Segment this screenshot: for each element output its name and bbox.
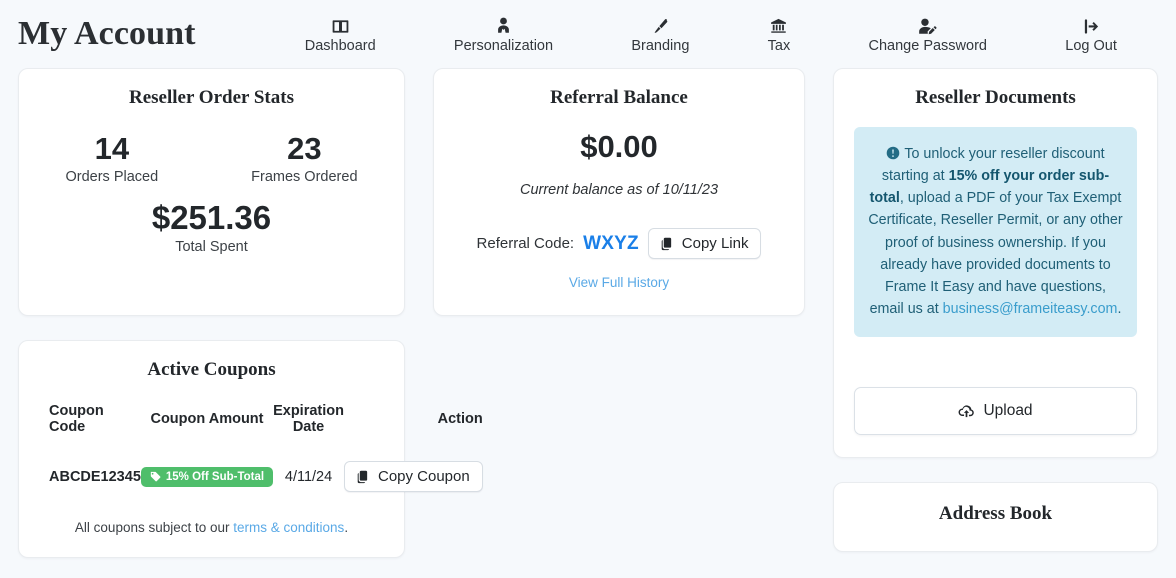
right-column: Reseller Documents To unlock your resell…	[833, 68, 1158, 553]
exclamation-circle-icon	[886, 146, 900, 160]
cell-coupon-code: ABCDE12345	[49, 468, 141, 485]
alert-text-part2: , upload a PDF of your Tax Exempt Certif…	[868, 190, 1123, 318]
stat-value: 14	[94, 131, 130, 166]
badge-label: 15% Off Sub-Total	[165, 470, 265, 483]
nav-item-change-password[interactable]: Change Password	[868, 14, 988, 55]
nav-item-dashboard[interactable]: Dashboard	[305, 14, 376, 54]
nav-item-label: Log Out	[1065, 38, 1117, 55]
user-edit-icon	[918, 16, 937, 36]
upload-button-wrapper: Upload	[834, 337, 1157, 436]
stat-orders-placed: 14 Orders Placed	[65, 131, 158, 185]
my-account-page: My Account Dashboard Personalization Bra…	[0, 0, 1176, 578]
nav-item-label: Dashboard	[304, 38, 376, 55]
column-header-expiration-date: Expiration Date	[273, 403, 344, 435]
reseller-order-stats-card: Reseller Order Stats 14 Orders Placed 23…	[18, 68, 405, 316]
cell-action: Copy Coupon	[343, 444, 511, 492]
referral-balance-card: Referral Balance $0.00 Current balance a…	[433, 68, 805, 316]
card-title: Active Coupons	[147, 359, 276, 380]
card-title: Address Book	[938, 503, 1053, 525]
referral-amount: $0.00	[580, 129, 658, 164]
nav-item-branding[interactable]: Branding	[631, 14, 689, 54]
copy-icon	[357, 470, 371, 484]
referral-code-value: WXYZ	[583, 232, 639, 254]
reseller-documents-card: Reseller Documents To unlock your resell…	[833, 68, 1158, 459]
cloud-upload-icon	[958, 404, 975, 419]
user-tie-icon	[495, 16, 512, 36]
dashboard-grid: Reseller Order Stats 14 Orders Placed 23…	[0, 68, 1176, 558]
sign-out-icon	[1082, 16, 1100, 36]
stat-label: Total Spent	[175, 238, 248, 255]
paint-brush-icon	[652, 16, 669, 36]
reseller-discount-alert: To unlock your reseller discount startin…	[854, 127, 1137, 338]
column-header-action: Action	[437, 411, 483, 427]
status-badge: 15% Off Sub-Total	[140, 466, 274, 487]
stat-total-spent: $251.36 Total Spent	[19, 199, 404, 255]
alert-text-part3: .	[1117, 301, 1122, 318]
business-email-link[interactable]: business@frameiteasy.com	[943, 301, 1118, 317]
nav-item-label: Branding	[631, 38, 690, 55]
dashboard-icon	[332, 16, 349, 36]
column-header-coupon-code: Coupon Code	[49, 403, 104, 435]
button-label: Upload	[983, 402, 1033, 420]
nav-item-personalization[interactable]: Personalization	[454, 14, 553, 54]
active-coupons-card: Active Coupons Coupon Code Coupon Amount…	[18, 340, 483, 558]
upload-button[interactable]: Upload	[854, 387, 1137, 436]
footer-prefix: All coupons subject to our	[74, 520, 234, 535]
nav-item-label: Tax	[767, 38, 791, 55]
card-title: Reseller Documents	[915, 87, 1076, 108]
coupons-table: Coupon Code Coupon Amount Expiration Dat…	[19, 403, 511, 492]
terms-and-conditions-link[interactable]: terms & conditions	[233, 520, 344, 535]
page-title: My Account	[18, 15, 196, 52]
nav-item-tax[interactable]: Tax	[767, 14, 791, 55]
page-header: My Account Dashboard Personalization Bra…	[0, 0, 1176, 68]
main-navigation: Dashboard Personalization Branding Tax C…	[196, 14, 1160, 54]
table-row: ABCDE12345 15% Off Sub-Total 4/11/24 Cop…	[19, 444, 511, 492]
card-title: Reseller Order Stats	[129, 87, 294, 108]
middle-column: Referral Balance $0.00 Current balance a…	[433, 68, 805, 316]
button-label: Copy Link	[681, 235, 749, 252]
address-book-card: Address Book	[833, 482, 1158, 553]
stat-value: $251.36	[151, 198, 272, 236]
nav-item-log-out[interactable]: Log Out	[1065, 14, 1117, 54]
left-column: Reseller Order Stats 14 Orders Placed 23…	[18, 68, 483, 558]
stat-label: Frames Ordered	[251, 168, 358, 185]
cell-expiration-date: 4/11/24	[284, 468, 333, 485]
coupons-footer-note: All coupons subject to our terms & condi…	[19, 520, 404, 535]
stat-value: 23	[287, 131, 322, 166]
nav-item-label: Personalization	[453, 38, 554, 55]
stat-label: Orders Placed	[65, 168, 159, 185]
footer-suffix: .	[344, 520, 349, 535]
bank-icon	[770, 16, 787, 36]
copy-icon	[661, 237, 675, 251]
referral-code-row: Referral Code: WXYZ Copy Link	[434, 228, 804, 259]
button-label: Copy Coupon	[377, 468, 470, 485]
referral-balance-note: Current balance as of 10/11/23	[519, 182, 719, 198]
nav-item-label: Change Password	[868, 38, 988, 55]
tag-icon	[150, 471, 161, 482]
stat-frames-ordered: 23 Frames Ordered	[251, 131, 357, 185]
stats-row: 14 Orders Placed 23 Frames Ordered	[19, 131, 404, 185]
cell-coupon-amount: 15% Off Sub-Total	[140, 444, 274, 492]
copy-coupon-button[interactable]: Copy Coupon	[343, 461, 483, 492]
view-full-history-link[interactable]: View Full History	[434, 275, 804, 290]
column-header-coupon-amount: Coupon Amount	[150, 411, 264, 427]
referral-code-label: Referral Code:	[476, 235, 575, 252]
table-header-row: Coupon Code Coupon Amount Expiration Dat…	[19, 403, 511, 444]
card-title: Referral Balance	[550, 87, 688, 108]
copy-link-button[interactable]: Copy Link	[647, 228, 762, 259]
